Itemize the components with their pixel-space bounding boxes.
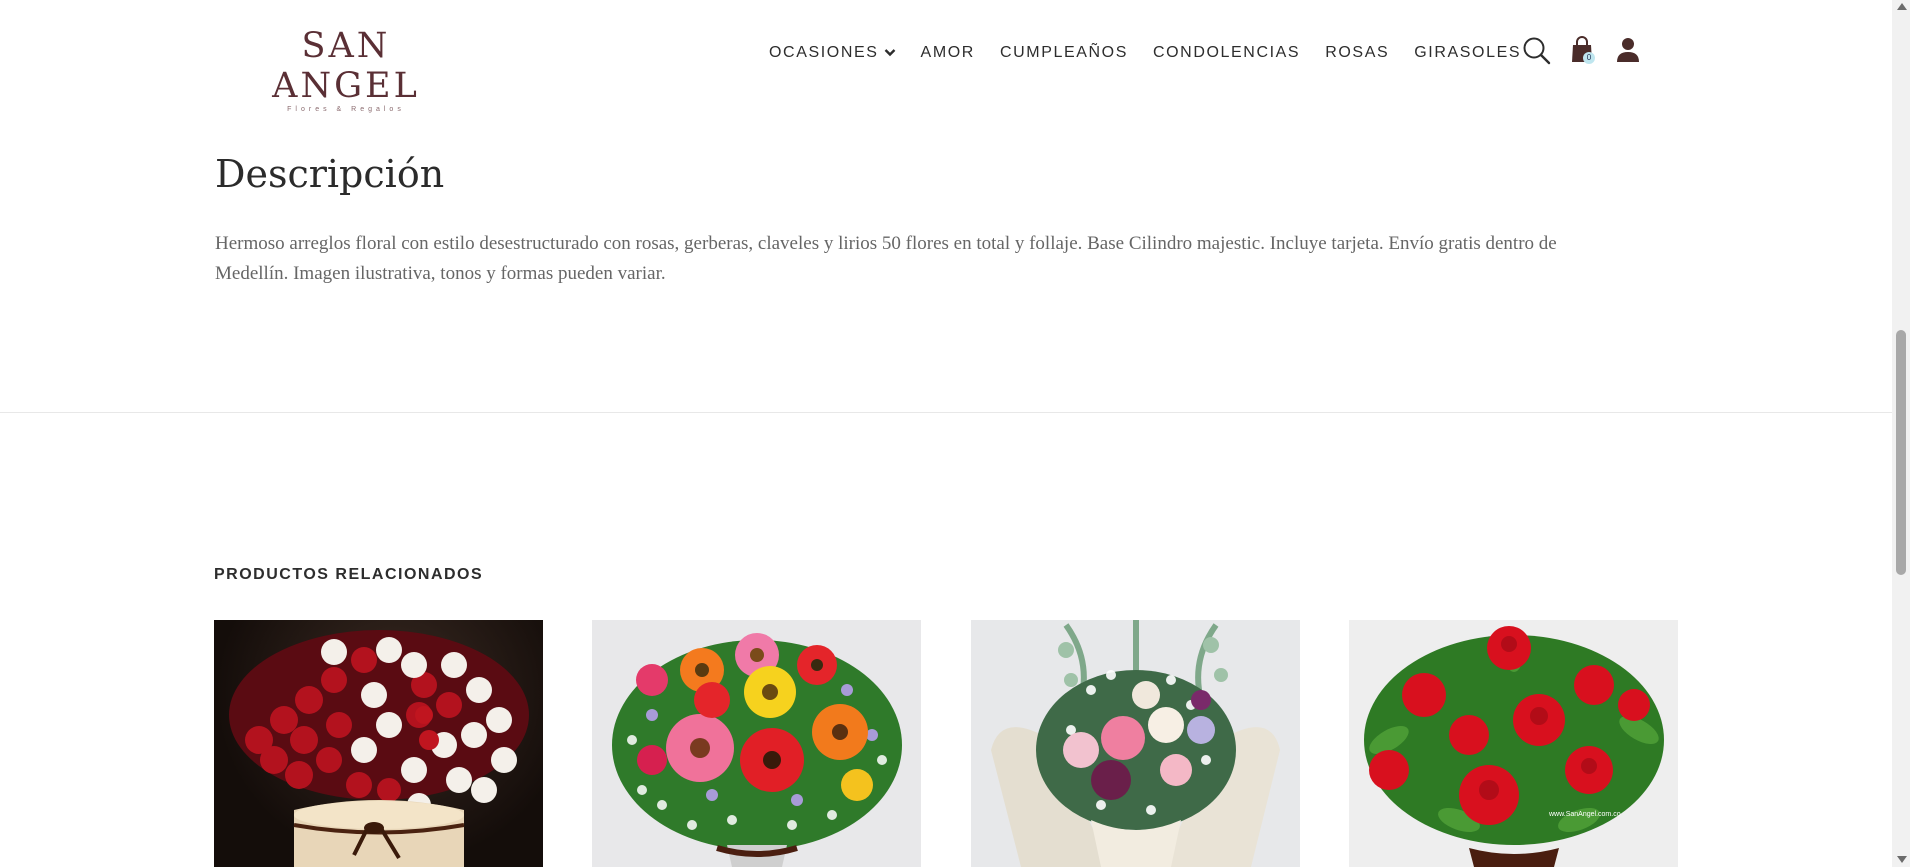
description-text: Hermoso arreglos floral con estilo deses…: [215, 233, 1557, 284]
nav-item-ocasiones[interactable]: OCASIONES: [769, 44, 896, 62]
cart-button[interactable]: 0: [1570, 36, 1595, 69]
search-icon: [1522, 37, 1552, 70]
account-button[interactable]: [1616, 36, 1640, 69]
scrollbar-thumb[interactable]: [1896, 330, 1906, 575]
nav-item-amor[interactable]: AMOR: [921, 44, 975, 62]
related-product-card[interactable]: [971, 620, 1300, 867]
brand-logo[interactable]: SAN ANGEL Flores & Regalos: [240, 26, 452, 113]
nav-item-label: OCASIONES: [769, 44, 879, 61]
cart-count-badge: 0: [1583, 52, 1595, 64]
description-title: Descripción: [215, 152, 445, 196]
related-product-card[interactable]: www.SanAngel.com.co: [1349, 620, 1678, 867]
nav-item-cumpleanos[interactable]: CUMPLEAÑOS: [1000, 44, 1128, 62]
search-button[interactable]: [1522, 36, 1552, 71]
product-image-mixed-gerberas: [612, 633, 902, 867]
section-divider: [0, 412, 1892, 413]
brand-name: SAN ANGEL: [272, 26, 420, 106]
brand-tagline: Flores & Regalos: [287, 106, 405, 113]
site-header: SAN ANGEL Flores & Regalos OCASIONES AMO…: [0, 0, 1892, 113]
main-nav: OCASIONES AMOR CUMPLEAÑOS CONDOLENCIAS R…: [769, 44, 1521, 62]
product-watermark: www.SanAngel.com.co: [1548, 811, 1621, 818]
nav-item-condolencias[interactable]: CONDOLENCIAS: [1153, 44, 1300, 62]
user-icon: [1616, 38, 1640, 68]
scroll-up-arrow-icon[interactable]: [1897, 3, 1907, 10]
product-image-red-roses: www.SanAngel.com.co: [1364, 626, 1664, 867]
scroll-down-arrow-icon[interactable]: [1897, 856, 1907, 863]
nav-item-rosas[interactable]: ROSAS: [1325, 44, 1389, 62]
related-products-title: PRODUCTOS RELACIONADOS: [214, 566, 484, 583]
product-image-red-white-roses: [229, 630, 529, 867]
chevron-down-icon: [884, 44, 896, 62]
related-product-card[interactable]: [592, 620, 921, 867]
page-scrollbar[interactable]: [1892, 0, 1910, 867]
related-product-card[interactable]: [214, 620, 543, 867]
product-image-pastel-bouquet: [991, 620, 1280, 867]
nav-item-girasoles[interactable]: GIRASOLES: [1414, 44, 1521, 62]
